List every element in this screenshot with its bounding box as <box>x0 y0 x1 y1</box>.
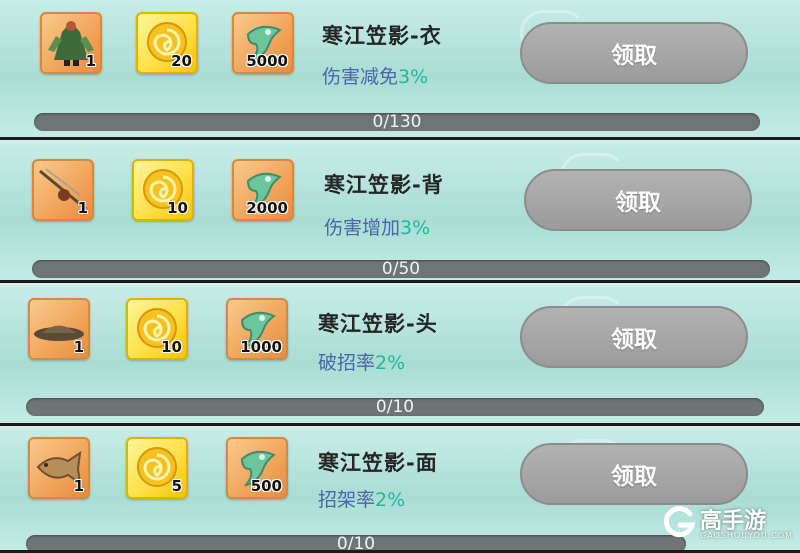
claim-button[interactable]: 领取 <box>520 443 748 505</box>
reward-quantity: 1 <box>77 199 88 217</box>
site-watermark: 高手游 GAOSHOUYOU.COM <box>662 501 792 549</box>
effect-value: 2% <box>375 489 406 511</box>
reward-row-2: 1 10 2000 寒江笠影-背 伤害增加3% 领取 0/50 <box>0 143 800 283</box>
reward-slot-back[interactable]: 1 <box>32 159 94 221</box>
effect-text: 破招率2% <box>318 348 405 375</box>
reward-title: 寒江笠影-背 <box>324 173 444 197</box>
reward-quantity: 20 <box>171 52 192 70</box>
reward-title: 寒江笠影-衣 <box>322 24 442 48</box>
effect-value: 3% <box>400 217 431 239</box>
watermark-sub: GAOSHOUYOU.COM <box>700 531 794 540</box>
reward-title: 寒江笠影-面 <box>318 451 438 475</box>
reward-quantity: 5 <box>171 477 182 495</box>
effect-label: 伤害减免 <box>322 66 399 88</box>
progress-text: 0/130 <box>372 112 422 132</box>
effect-text: 伤害增加3% <box>324 213 430 240</box>
reward-quantity: 5000 <box>246 52 288 70</box>
progress-bar: 0/50 <box>32 259 770 279</box>
reward-quantity: 10 <box>161 338 182 356</box>
claim-button[interactable]: 领取 <box>524 169 752 231</box>
reward-slot-hat[interactable]: 1 <box>28 298 90 360</box>
effect-label: 招架率 <box>318 489 376 511</box>
reward-slot-mask[interactable]: 1 <box>28 437 90 499</box>
reward-quantity: 500 <box>250 477 282 495</box>
effect-label: 伤害增加 <box>324 217 401 239</box>
reward-quantity: 1000 <box>240 338 282 356</box>
progress-bar: 0/130 <box>34 112 760 132</box>
reward-slot-coin[interactable]: 10 <box>132 159 194 221</box>
effect-value: 3% <box>398 66 429 88</box>
progress-bar: 0/10 <box>26 397 764 417</box>
reward-quantity: 10 <box>167 199 188 217</box>
effect-text: 招架率2% <box>318 485 405 512</box>
reward-quantity: 1 <box>73 338 84 356</box>
reward-row-3: 1 10 1000 寒江笠影-头 破招率2% 领取 0/10 <box>0 286 800 426</box>
g-logo-icon <box>663 506 696 538</box>
reward-slot-jade[interactable]: 5000 <box>232 12 294 74</box>
progress-text: 0/10 <box>375 397 415 417</box>
reward-quantity: 2000 <box>246 199 288 217</box>
reward-title: 寒江笠影-头 <box>318 312 438 336</box>
reward-slot-coin[interactable]: 10 <box>126 298 188 360</box>
progress-text: 0/50 <box>381 259 421 279</box>
effect-value: 2% <box>375 352 406 374</box>
effect-text: 伤害减免3% <box>322 62 428 89</box>
progress-text: 0/10 <box>336 534 376 553</box>
reward-slot-jade[interactable]: 2000 <box>232 159 294 221</box>
reward-quantity: 1 <box>85 52 96 70</box>
reward-row-1: 1 20 5000 寒江笠影-衣 伤害减免3% 领取 0/130 <box>0 0 800 140</box>
claim-button[interactable]: 领取 <box>520 306 748 368</box>
reward-slot-jade[interactable]: 1000 <box>226 298 288 360</box>
reward-slot-costume[interactable]: 1 <box>40 12 102 74</box>
claim-button[interactable]: 领取 <box>520 22 748 84</box>
reward-slot-coin[interactable]: 20 <box>136 12 198 74</box>
progress-bar: 0/10 <box>26 534 686 553</box>
reward-slot-jade[interactable]: 500 <box>226 437 288 499</box>
reward-quantity: 1 <box>73 477 84 495</box>
effect-label: 破招率 <box>318 352 376 374</box>
reward-slot-coin[interactable]: 5 <box>126 437 188 499</box>
